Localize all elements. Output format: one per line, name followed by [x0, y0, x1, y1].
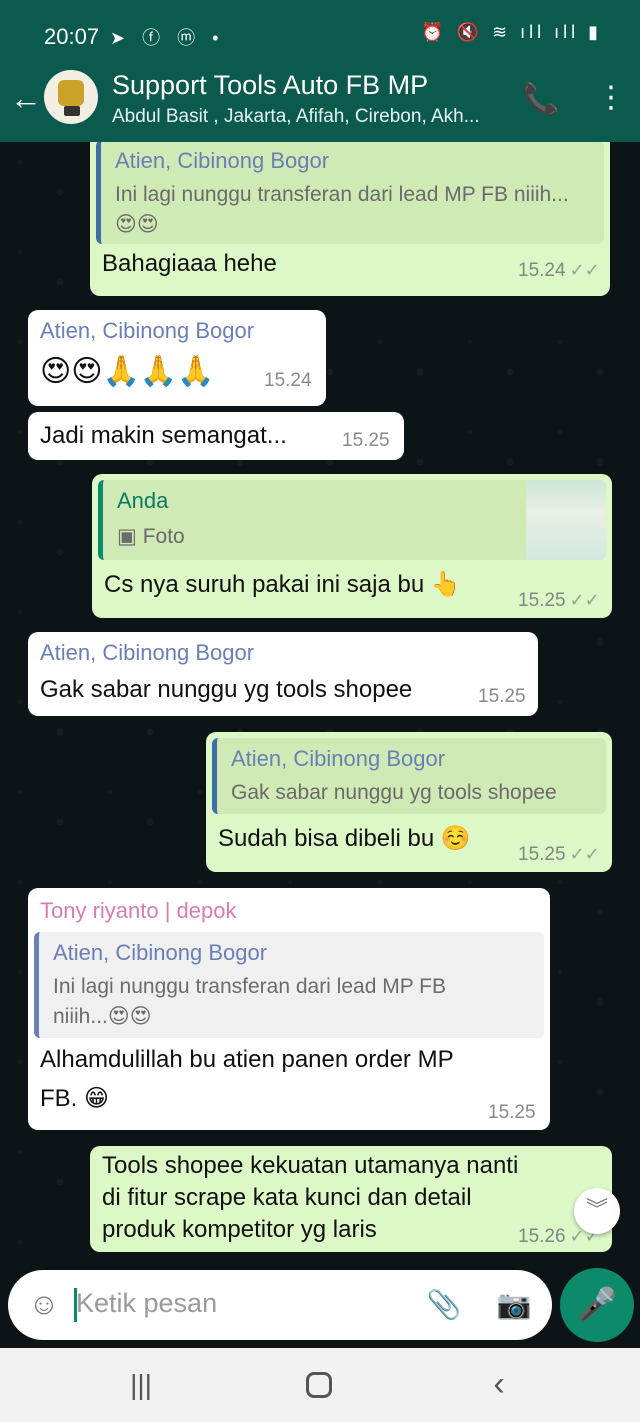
message-time: 15.25: [478, 686, 526, 707]
system-status-icons: ⏰ 🔇 ≋ ıll ıll ▮: [421, 22, 602, 42]
quoted-text: Ini lagi nunggu transferan dari lead MP …: [115, 183, 569, 236]
emoji-icon[interactable]: ☺: [26, 1288, 62, 1324]
outgoing-message[interactable]: Atien, Cibinong Bogor Gak sabar nunggu y…: [206, 732, 612, 872]
incoming-message[interactable]: Tony riyanto | depok Atien, Cibinong Bog…: [28, 888, 550, 1130]
system-nav-bar: ||| ‹: [0, 1348, 640, 1422]
quoted-message[interactable]: Atien, Cibinong Bogor Gak sabar nunggu y…: [212, 738, 606, 814]
group-title[interactable]: Support Tools Auto FB MP: [112, 70, 428, 101]
message-text: Jadi makin semangat...: [40, 422, 287, 449]
message-input[interactable]: ☺ Ketik pesan 📎 📷: [8, 1270, 552, 1340]
message-text: Bahagiaaa hehe: [102, 250, 277, 277]
chat-header: ← Support Tools Auto FB MP Abdul Basit ,…: [0, 56, 640, 142]
message-text-line: Tools shopee kekuatan utamanya nanti: [102, 1152, 519, 1179]
message-text-line: di fitur scrape kata kunci dan detail: [102, 1184, 472, 1211]
message-text: Sudah bisa dibeli bu ☺️: [218, 825, 471, 852]
nav-back-icon[interactable]: ‹: [484, 1366, 514, 1404]
attach-icon[interactable]: 📎: [426, 1288, 462, 1324]
quoted-sender: Atien, Cibinong Bogor: [53, 940, 268, 965]
read-ticks-icon: ✓✓: [569, 260, 600, 280]
scroll-down-icon[interactable]: ︾: [574, 1188, 620, 1234]
quoted-sender: Anda: [117, 488, 169, 513]
message-sender: Tony riyanto | depok: [40, 898, 237, 923]
quoted-text-line: niiih...😍😍: [53, 1005, 152, 1028]
message-time: 15.25: [342, 430, 390, 451]
incoming-message[interactable]: Atien, Cibinong Bogor Gak sabar nunggu y…: [28, 632, 538, 716]
message-text-line: Alhamdulillah bu atien panen order MP: [40, 1046, 454, 1073]
quoted-text: ▣ Foto: [117, 525, 185, 548]
robot-icon: [58, 80, 84, 106]
read-ticks-icon: ✓✓: [569, 590, 600, 610]
message-text: Gak sabar nunggu yg tools shopee: [40, 676, 413, 703]
quoted-message[interactable]: Atien, Cibinong Bogor Ini lagi nunggu tr…: [96, 142, 604, 244]
back-arrow-icon[interactable]: ←: [10, 78, 44, 118]
message-text: Cs nya suruh pakai ini saja bu 👆: [104, 571, 461, 598]
status-bar: 20:07 ➤ ⓕ ⓜ • ⏰ 🔇 ≋ ıll ıll ▮: [0, 0, 640, 56]
home-icon[interactable]: [306, 1372, 332, 1398]
message-placeholder[interactable]: Ketik pesan: [76, 1288, 217, 1319]
message-sender: Atien, Cibinong Bogor: [40, 318, 255, 343]
add-call-icon[interactable]: 📞: [522, 82, 562, 118]
read-ticks-icon: ✓✓: [569, 844, 600, 864]
compose-bar: ☺ Ketik pesan 📎 📷 🎤: [0, 1260, 640, 1348]
message-text: 😍😍🙏🙏🙏: [40, 355, 215, 388]
group-avatar[interactable]: [44, 70, 98, 124]
incoming-message[interactable]: Jadi makin semangat... 15.25: [28, 412, 404, 460]
more-options-icon[interactable]: ⋮: [596, 80, 626, 120]
incoming-message[interactable]: Atien, Cibinong Bogor 😍😍🙏🙏🙏 15.24: [28, 310, 326, 406]
message-time: 15.24: [264, 370, 312, 391]
group-members[interactable]: Abdul Basit , Jakarta, Afifah, Cirebon, …: [112, 106, 512, 128]
status-time: 20:07: [44, 24, 100, 49]
quoted-text: Gak sabar nunggu yg tools shopee: [231, 781, 557, 804]
mic-icon[interactable]: 🎤: [560, 1268, 634, 1342]
quoted-message[interactable]: Anda ▣ Foto: [98, 480, 606, 560]
chat-area[interactable]: Atien, Cibinong Bogor Ini lagi nunggu tr…: [0, 142, 640, 1260]
message-text-line: produk kompetitor yg laris: [102, 1216, 377, 1243]
photo-icon: ▣: [117, 525, 143, 548]
quoted-sender: Atien, Cibinong Bogor: [115, 148, 330, 173]
camera-icon[interactable]: 📷: [496, 1288, 532, 1324]
quoted-text-line: Ini lagi nunggu transferan dari lead MP …: [53, 975, 447, 998]
message-time: 15.24 ✓✓: [518, 260, 600, 281]
laptop-icon: [64, 106, 80, 116]
quoted-sender: Atien, Cibinong Bogor: [231, 746, 446, 771]
outgoing-message[interactable]: Tools shopee kekuatan utamanya nanti di …: [90, 1146, 612, 1252]
quoted-message[interactable]: Atien, Cibinong Bogor Ini lagi nunggu tr…: [34, 932, 544, 1038]
message-sender: Atien, Cibinong Bogor: [40, 640, 255, 665]
notification-icons: ➤ ⓕ ⓜ •: [110, 28, 225, 48]
message-time: 15.25: [488, 1102, 536, 1123]
recents-icon[interactable]: |||: [126, 1368, 156, 1402]
message-time: 15.25 ✓✓: [518, 844, 600, 865]
photo-thumbnail[interactable]: [526, 480, 606, 560]
outgoing-message[interactable]: Atien, Cibinong Bogor Ini lagi nunggu tr…: [90, 142, 610, 296]
message-text-line: FB. 😁: [40, 1085, 110, 1112]
message-time: 15.25 ✓✓: [518, 590, 600, 611]
outgoing-message[interactable]: Anda ▣ Foto Cs nya suruh pakai ini saja …: [92, 474, 612, 618]
